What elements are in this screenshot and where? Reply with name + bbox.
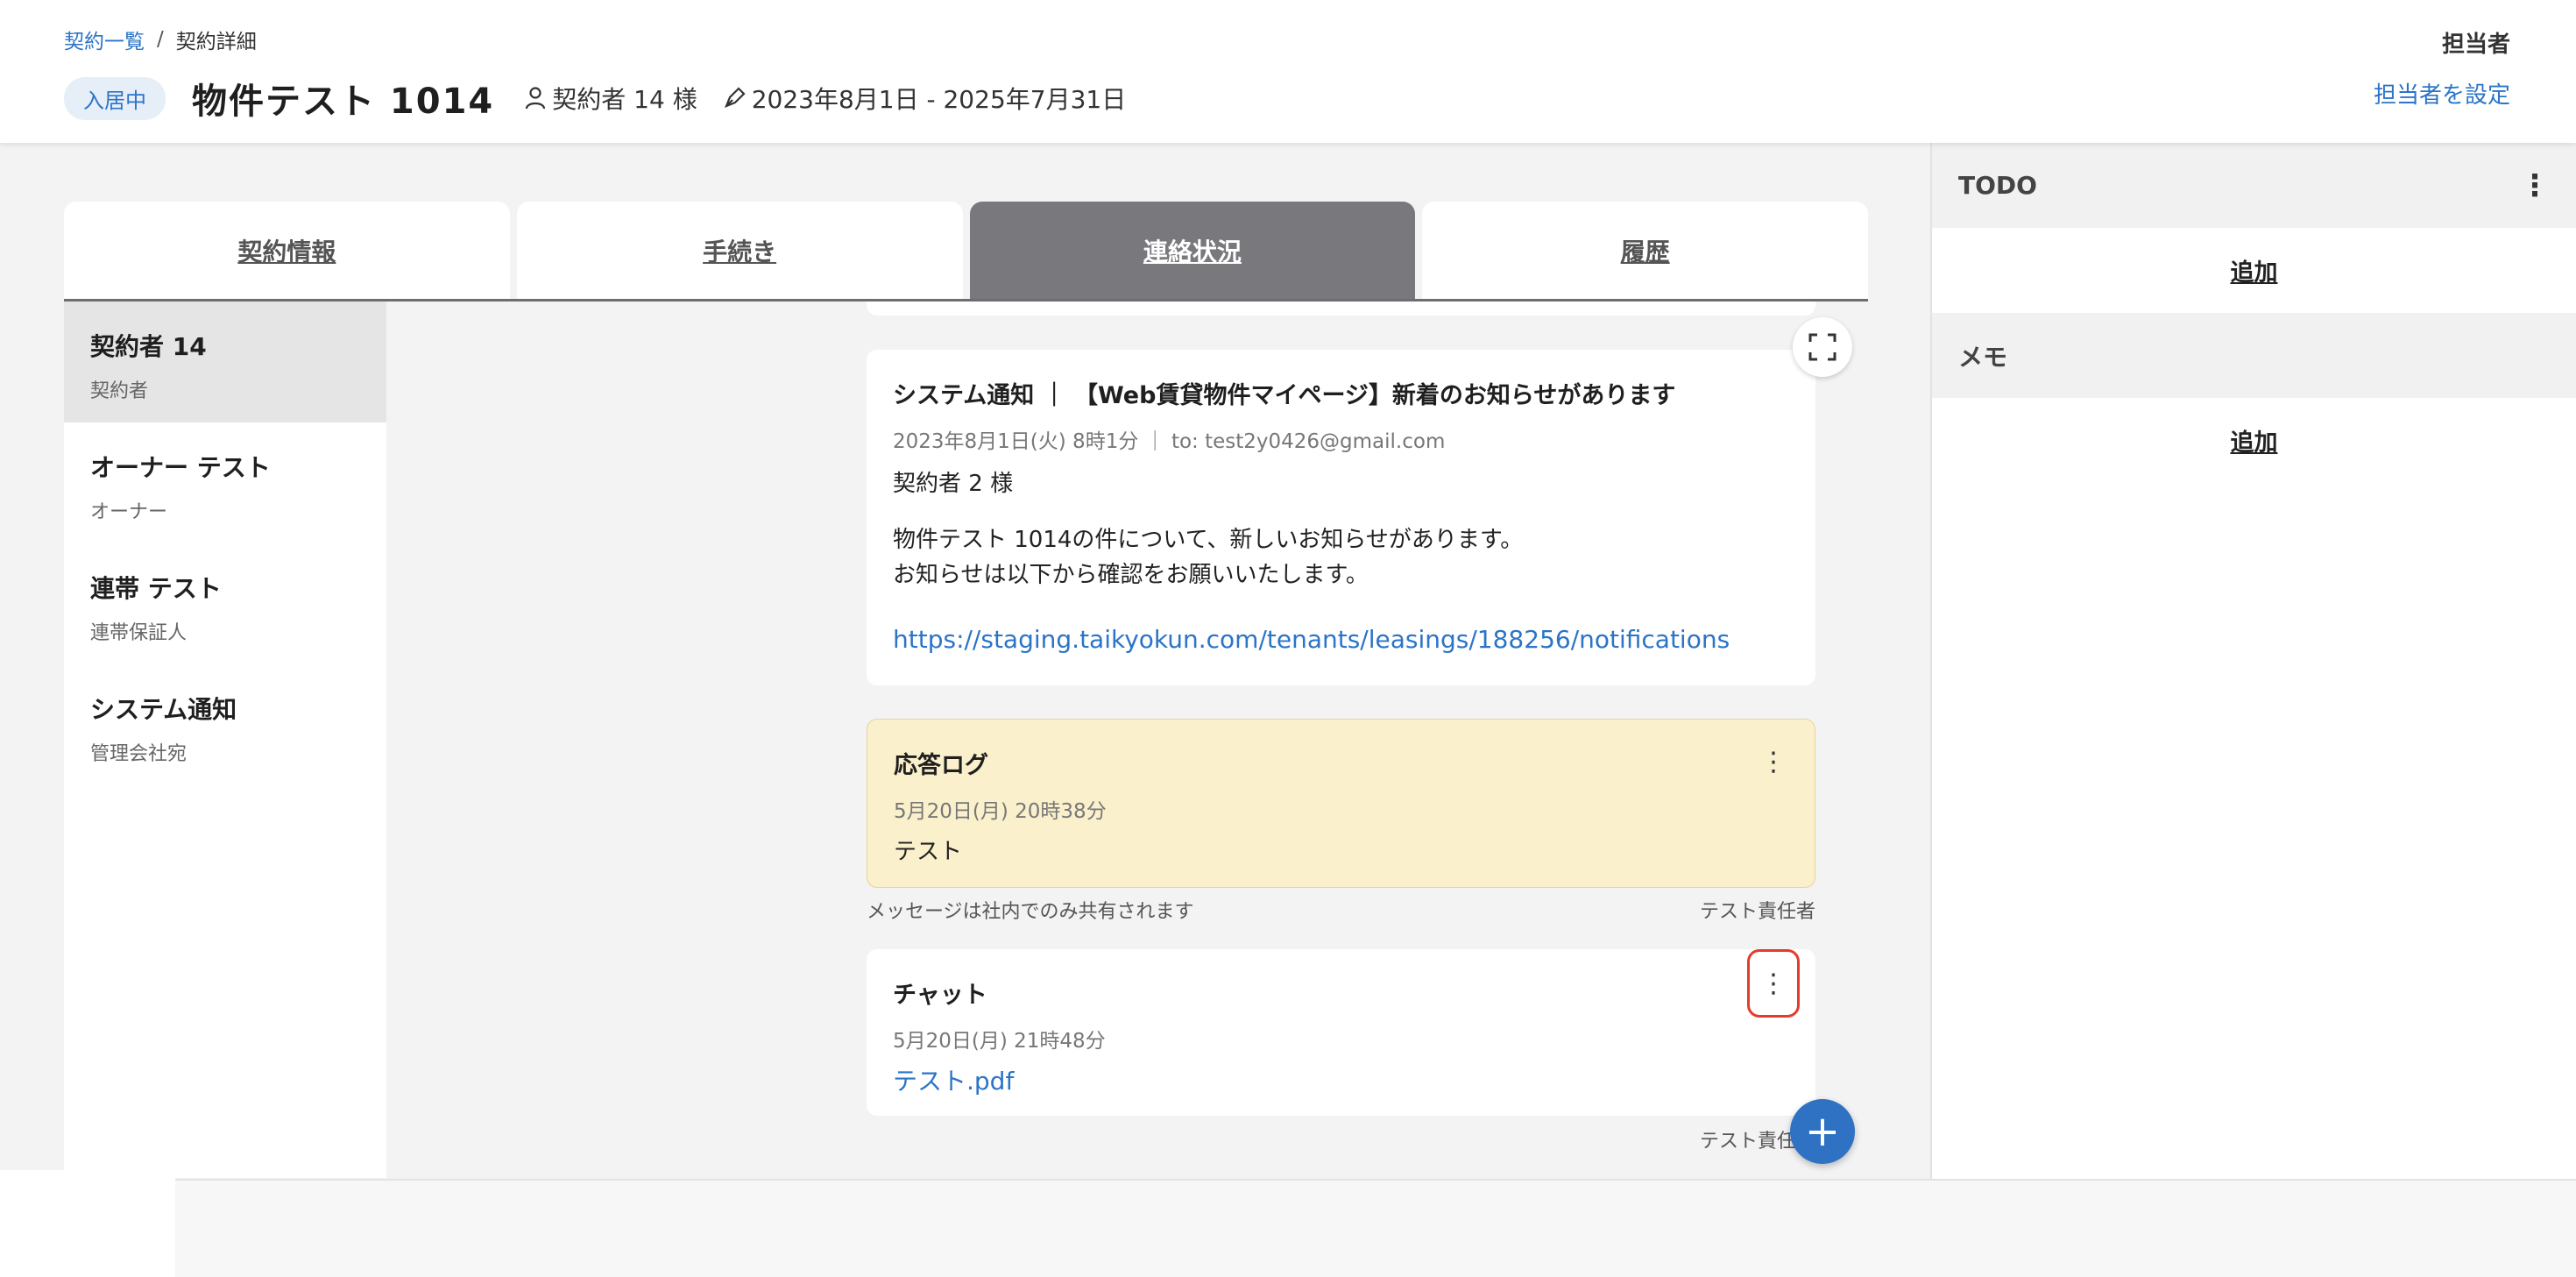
period-meta: 2023年8月1日 - 2025年7月31日 <box>722 81 1127 116</box>
more-vertical-icon: ⋮ <box>1760 968 1787 999</box>
contractor-text: 契約者 14 様 <box>552 85 697 114</box>
message-link-wrap: https://staging.taikyokun.com/tenants/le… <box>893 622 1789 658</box>
chat-note: テスト責任者 <box>867 1125 1815 1153</box>
system-notice-card: システム通知 ｜ 【Web賃貸物件マイページ】新着のお知らせがあります 2023… <box>867 350 1815 685</box>
page-header: 契約一覧 / 契約詳細 入居中 物件テスト 1014 契約者 14 様 2023… <box>0 0 2576 143</box>
contact-role: 連帯保証人 <box>90 622 188 644</box>
plus-icon: + <box>1804 1107 1841 1156</box>
contact-item-contractor[interactable]: 契約者 14 契約者 <box>64 302 386 422</box>
contact-name: 契約者 14 <box>90 332 207 361</box>
message-title: システム通知 ｜ 【Web賃貸物件マイページ】新着のお知らせがあります <box>893 382 1676 409</box>
memo-add-button[interactable]: 追加 <box>1932 398 2576 483</box>
todo-title: TODO <box>1958 171 2037 200</box>
breadcrumb-current: 契約詳細 <box>175 31 257 53</box>
expand-button[interactable] <box>1793 317 1852 377</box>
message-date: 2023年8月1日(火) 8時1分 ｜ to: test2y0426@gmail… <box>893 430 1446 453</box>
attachment-wrap: テスト.pdf <box>893 1064 1789 1100</box>
contact-role: 管理会社宛 <box>90 743 188 765</box>
tab-bar: 契約情報 手続き 連絡状況 履歴 <box>64 202 1868 302</box>
tab-contract-info[interactable]: 契約情報 <box>64 202 510 299</box>
message-line-2: お知らせは以下から確認をお願いいたします。 <box>893 562 1369 588</box>
add-message-button[interactable]: + <box>1790 1099 1855 1164</box>
internal-share-note: メッセージは社内でのみ共有されます <box>867 901 1194 923</box>
fullscreen-icon <box>1808 333 1836 361</box>
todo-more-button[interactable]: ⋮ <box>2520 168 2550 203</box>
pen-icon <box>724 87 746 108</box>
breadcrumb: 契約一覧 / 契約詳細 <box>64 25 257 54</box>
contact-item-owner[interactable]: オーナー テスト オーナー <box>64 422 386 543</box>
breadcrumb-contract-list-link[interactable]: 契約一覧 <box>64 25 145 54</box>
breadcrumb-separator: / <box>157 28 164 51</box>
more-vertical-icon: ⋮ <box>1760 746 1787 777</box>
title-row: 入居中 物件テスト 1014 契約者 14 様 2023年8月1日 - 2025… <box>64 72 1150 124</box>
contact-name: システム通知 <box>90 695 237 724</box>
response-log-note: メッセージは社内でのみ共有されます テスト責任者 <box>867 896 1815 924</box>
message-line: 物件テスト 1014の件について、新しいお知らせがあります。 お知らせは以下から… <box>893 522 1789 592</box>
tab-procedures[interactable]: 手続き <box>516 202 963 299</box>
message-date: 5月20日(月) 20時38分 <box>894 800 1107 823</box>
contact-list: 契約者 14 契約者 オーナー テスト オーナー 連帯 テスト 連帯保証人 シス… <box>64 302 386 1178</box>
message-line-1: 物件テスト 1014の件について、新しいお知らせがあります。 <box>893 527 1524 553</box>
contact-role: 契約者 <box>90 380 149 402</box>
response-log-more-button[interactable]: ⋮ <box>1752 735 1795 788</box>
memo-title: メモ <box>1958 342 2008 372</box>
attachment-link[interactable]: テスト.pdf <box>893 1067 1014 1096</box>
tab-history[interactable]: 履歴 <box>1422 202 1868 299</box>
message-date: 5月20日(月) 21時48分 <box>893 1030 1106 1053</box>
notification-link[interactable]: https://staging.taikyokun.com/tenants/le… <box>893 625 1730 654</box>
response-log-card: 応答ログ 5月20日(月) 20時38分 テスト ⋮ <box>867 719 1815 888</box>
message-greeting: 契約者 2 様 <box>893 471 1014 497</box>
status-badge: 入居中 <box>64 76 166 120</box>
previous-message-edge <box>867 302 1815 316</box>
bottom-left-block <box>0 1170 175 1277</box>
author-name: テスト責任者 <box>1699 901 1815 923</box>
todo-add-button[interactable]: 追加 <box>1932 228 2576 313</box>
set-assignee-link[interactable]: 担当者を設定 <box>2374 77 2510 110</box>
chat-more-button[interactable]: ⋮ <box>1747 949 1800 1018</box>
contact-name: 連帯 テスト <box>90 574 222 603</box>
contact-item-guarantor[interactable]: 連帯 テスト 連帯保証人 <box>64 543 386 664</box>
assignee-label: 担当者 <box>2441 32 2510 58</box>
todo-header: TODO ⋮ <box>1932 143 2576 228</box>
chat-card: チャット 5月20日(月) 21時48分 テスト.pdf ⋮ <box>867 949 1815 1116</box>
period-text: 2023年8月1日 - 2025年7月31日 <box>751 85 1127 114</box>
message-title: 応答ログ <box>894 752 988 779</box>
message-body: テスト <box>894 839 963 865</box>
page-title: 物件テスト 1014 <box>192 82 495 122</box>
contact-name: オーナー テスト <box>90 453 271 482</box>
tab-contact-status[interactable]: 連絡状況 <box>969 202 1416 299</box>
bottom-bar <box>0 1179 2576 1277</box>
contact-item-system-notice[interactable]: システム通知 管理会社宛 <box>64 664 386 785</box>
person-icon <box>526 87 546 110</box>
right-panel: TODO ⋮ 追加 メモ 追加 <box>1930 143 2576 1179</box>
message-title: チャット <box>893 982 987 1009</box>
contractor-meta: 契約者 14 様 <box>524 81 697 116</box>
contact-role: オーナー <box>90 501 168 523</box>
memo-header: メモ <box>1932 313 2576 398</box>
